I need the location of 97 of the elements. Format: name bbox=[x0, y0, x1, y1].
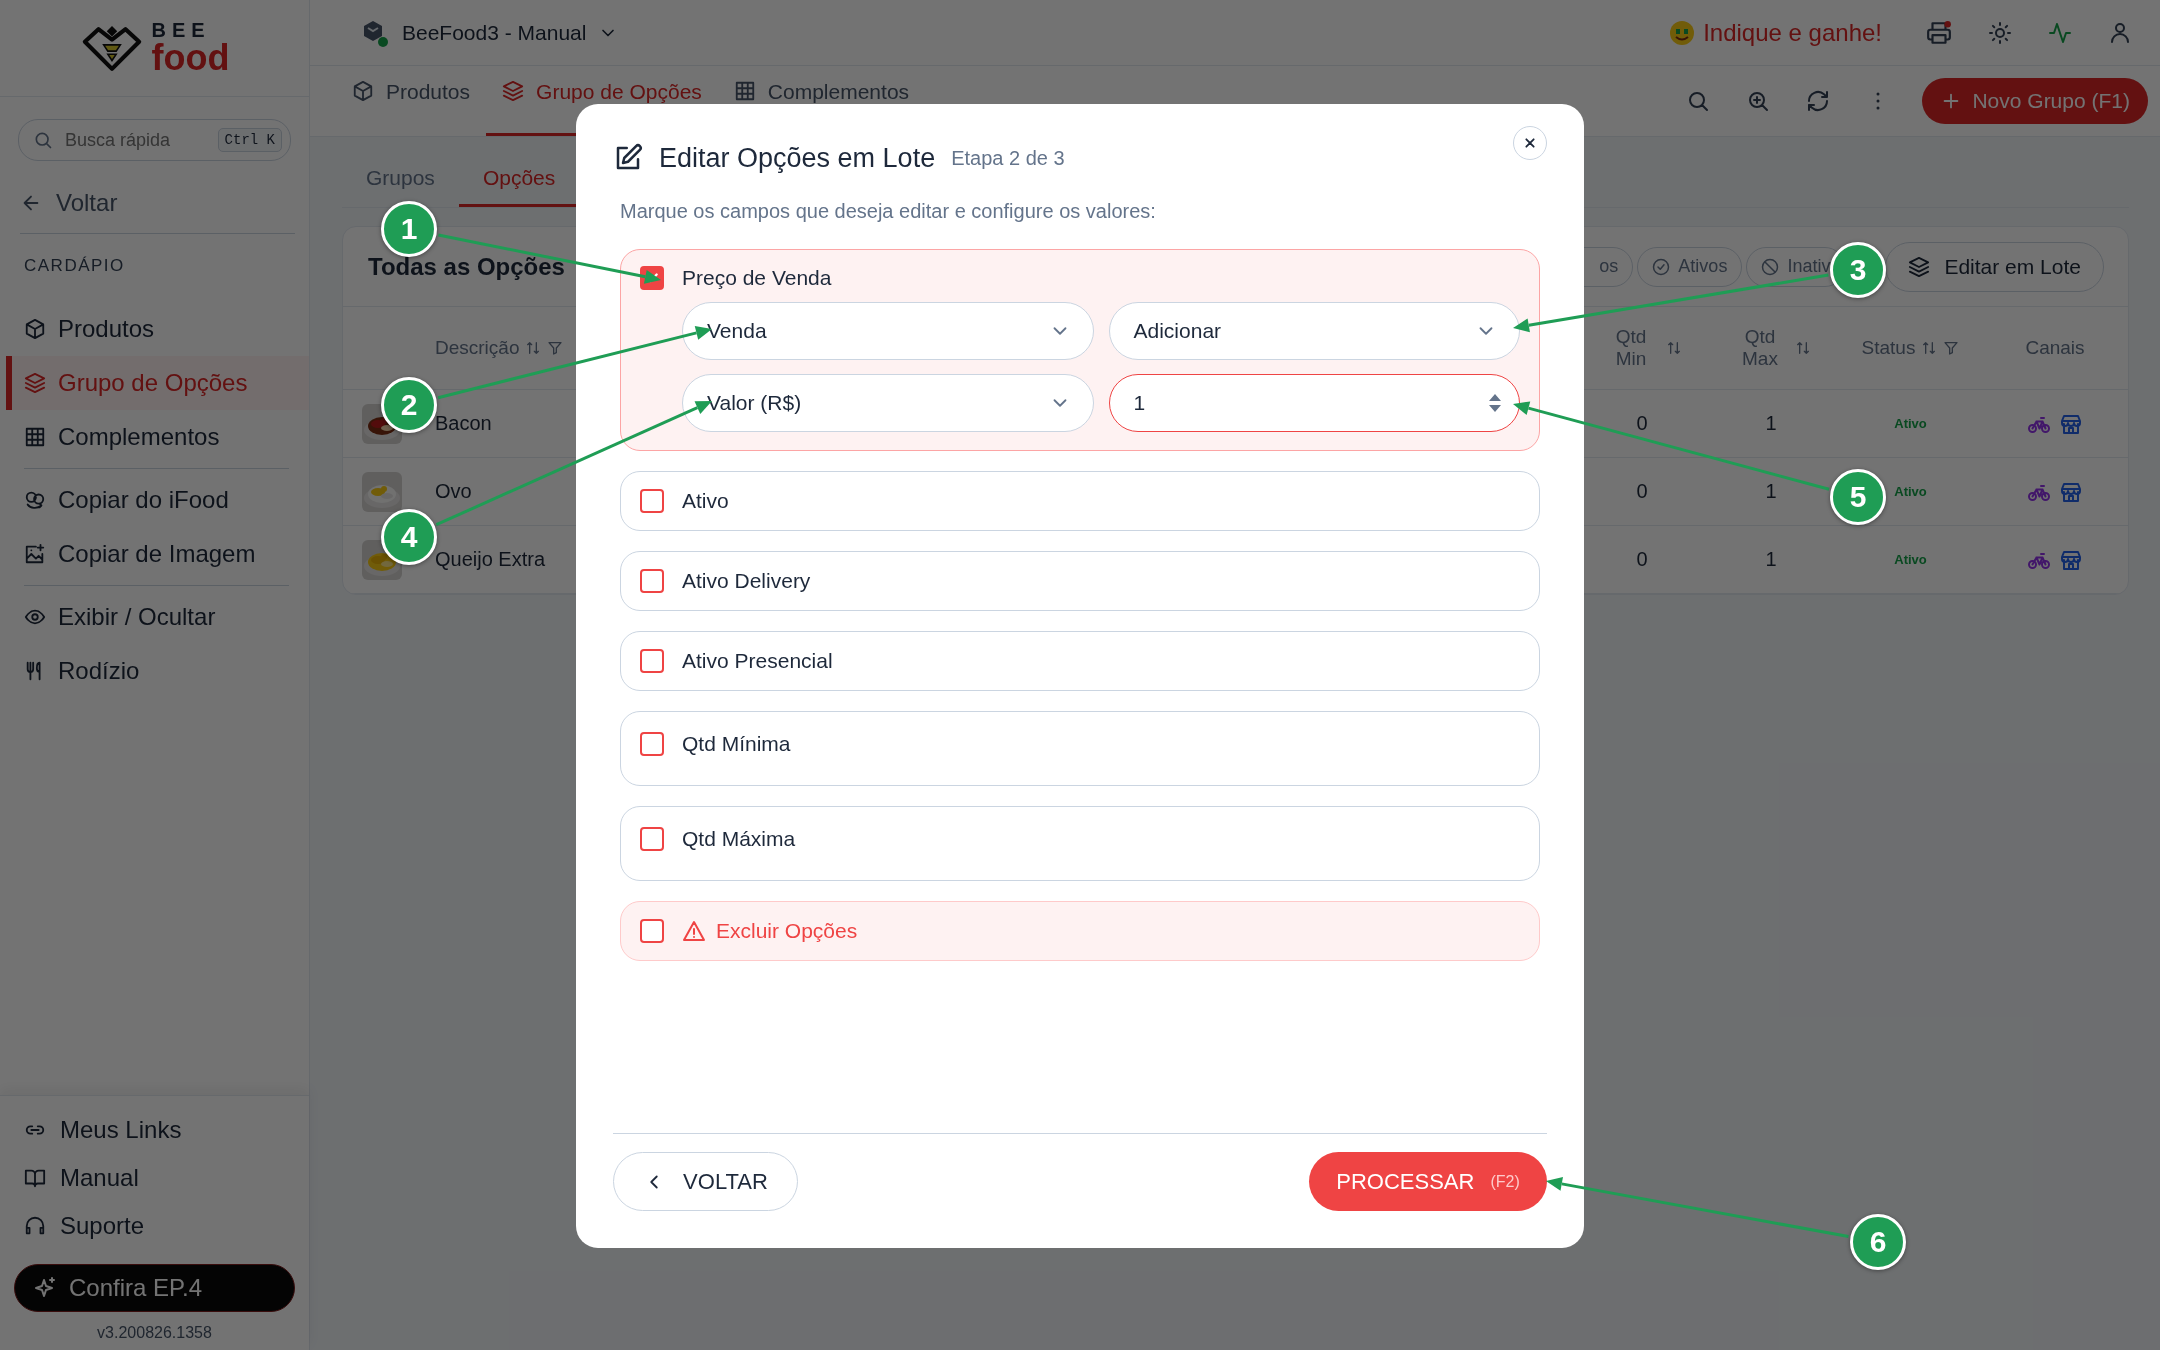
sidebar-link[interactable]: Suporte bbox=[0, 1202, 309, 1250]
amount-field[interactable]: 1 bbox=[1108, 374, 1520, 432]
sparkles-icon bbox=[33, 1276, 57, 1300]
instructions-text: Marque os campos que deseja editar e configure os valores: bbox=[620, 200, 1157, 223]
printer-icon[interactable] bbox=[1926, 19, 1952, 46]
user-icon[interactable] bbox=[2108, 20, 2132, 45]
back-link[interactable]: Voltar bbox=[56, 189, 118, 217]
sort-icon[interactable] bbox=[1665, 340, 1682, 356]
warning-icon bbox=[682, 919, 706, 943]
sort-icon[interactable] bbox=[525, 340, 542, 356]
rings-icon bbox=[24, 489, 46, 511]
table-cell: Ovo bbox=[435, 480, 472, 503]
checkbox[interactable] bbox=[640, 649, 664, 673]
column-header: Descrição bbox=[435, 337, 520, 359]
field-label: Qtd Mínima bbox=[682, 732, 791, 756]
process-button[interactable]: PROCESSAR (F2) bbox=[1309, 1152, 1547, 1211]
spinner-icon[interactable] bbox=[1488, 392, 1502, 414]
layers-icon bbox=[1908, 255, 1931, 278]
back-button[interactable]: VOLTAR bbox=[613, 1152, 798, 1211]
sidebar-link[interactable]: Manual bbox=[0, 1154, 309, 1202]
grid-icon bbox=[24, 426, 46, 448]
layers-icon bbox=[502, 80, 525, 102]
layers-icon bbox=[24, 372, 46, 394]
dialog-title: Editar Opções em Lote bbox=[659, 142, 936, 174]
sidebar-item[interactable]: Rodízio bbox=[6, 644, 309, 698]
filter-icon[interactable] bbox=[547, 340, 564, 356]
sidebar-item[interactable]: Grupo de Opções bbox=[6, 356, 309, 410]
sidebar-item[interactable]: Complementos bbox=[6, 410, 309, 464]
search-icon bbox=[33, 130, 53, 150]
field-label: Ativo bbox=[682, 489, 729, 513]
operation-dropdown[interactable]: Adicionar bbox=[1108, 302, 1520, 360]
filter-icon[interactable] bbox=[1943, 340, 1960, 356]
refresh-icon[interactable] bbox=[1806, 89, 1831, 113]
promo-button[interactable]: Confira EP.4 bbox=[14, 1264, 295, 1312]
table-cell-text: 0 bbox=[1635, 548, 1649, 571]
shortcut-label: (F2) bbox=[1490, 1172, 1520, 1191]
sidebar-item[interactable]: Produtos bbox=[6, 302, 309, 356]
section-heading: CARDÁPIO bbox=[24, 256, 126, 276]
sidebar-link[interactable]: Meus Links bbox=[0, 1106, 309, 1154]
field-label: Ativo Presencial bbox=[682, 649, 833, 673]
step-indicator: Etapa 2 de 3 bbox=[951, 146, 1065, 170]
filter-chip[interactable]: Ativos bbox=[1637, 246, 1743, 287]
price-type-dropdown[interactable]: Venda bbox=[682, 302, 1094, 360]
headphones-icon bbox=[24, 1215, 46, 1237]
table-cell: Bacon bbox=[435, 412, 492, 435]
column-header: Qtd Max bbox=[1741, 326, 1779, 370]
table-cell-text: 1 bbox=[1764, 412, 1778, 435]
batch-edit-button[interactable]: Editar em Lote bbox=[1885, 241, 2104, 292]
status-label: Ativo bbox=[1894, 484, 1927, 499]
checkbox[interactable] bbox=[640, 569, 664, 593]
logo-text: BEE bbox=[151, 20, 212, 40]
referral-link[interactable]: Indique e ganhe! bbox=[1669, 18, 1882, 47]
unit-dropdown[interactable]: Valor (R$) bbox=[682, 374, 1094, 432]
pulse-icon[interactable] bbox=[2048, 20, 2072, 45]
field-label: Excluir Opções bbox=[716, 919, 858, 943]
new-group-button[interactable]: Novo Grupo (F1) bbox=[1922, 78, 2148, 124]
logo-text: food bbox=[151, 40, 230, 76]
money-face-icon bbox=[1669, 19, 1696, 46]
table-cell: Queijo Extra bbox=[435, 548, 546, 571]
sort-icon[interactable] bbox=[1794, 340, 1811, 356]
tab[interactable]: Complementos bbox=[717, 66, 926, 136]
table-cell-text: 1 bbox=[1764, 548, 1778, 571]
shortcut-key: Ctrl K bbox=[217, 128, 282, 152]
column-header: Status bbox=[1861, 337, 1916, 359]
checkbox[interactable] bbox=[640, 919, 664, 943]
box-icon bbox=[24, 318, 46, 340]
checkbox[interactable] bbox=[640, 732, 664, 756]
sidebar-item[interactable]: Exibir / Ocultar bbox=[6, 590, 309, 644]
field-label: Ativo Delivery bbox=[682, 569, 811, 593]
tab[interactable]: Produtos bbox=[336, 66, 487, 136]
image-plus-icon bbox=[24, 543, 46, 565]
checkbox[interactable] bbox=[640, 827, 664, 851]
table-cell-text: 0 bbox=[1635, 480, 1649, 503]
sidebar-item[interactable]: Copiar de Imagem bbox=[6, 527, 309, 581]
box-icon bbox=[352, 80, 374, 102]
grid-icon bbox=[733, 80, 756, 102]
status-label: Ativo bbox=[1894, 416, 1927, 431]
sort-icon[interactable] bbox=[1921, 340, 1938, 356]
status-label: Ativo bbox=[1894, 552, 1927, 567]
sun-icon[interactable] bbox=[1988, 20, 2012, 45]
search-icon[interactable] bbox=[1686, 89, 1711, 113]
book-icon bbox=[24, 1167, 46, 1189]
workspace-selector[interactable]: BeeFood3 - Manual bbox=[360, 17, 619, 48]
sidebar-item[interactable]: Copiar do iFood bbox=[6, 473, 309, 527]
field-label: Qtd Máxima bbox=[682, 827, 796, 851]
checkbox[interactable] bbox=[640, 489, 664, 513]
table-cell-text: 0 bbox=[1635, 412, 1649, 435]
ban-icon bbox=[1761, 257, 1780, 276]
version-label: v3.200826.1358 bbox=[96, 1324, 213, 1342]
table-cell-text: 1 bbox=[1764, 480, 1778, 503]
field-label: Preço de Venda bbox=[682, 266, 832, 290]
zoom-in-icon[interactable] bbox=[1746, 89, 1771, 113]
column-header: Canais bbox=[2025, 337, 2085, 359]
close-button[interactable] bbox=[1513, 126, 1547, 160]
search-field[interactable]: Busca rápida bbox=[63, 128, 208, 152]
column-header: Qtd Min bbox=[1614, 326, 1648, 370]
search-bar[interactable]: Busca rápida Ctrl K bbox=[18, 119, 291, 161]
